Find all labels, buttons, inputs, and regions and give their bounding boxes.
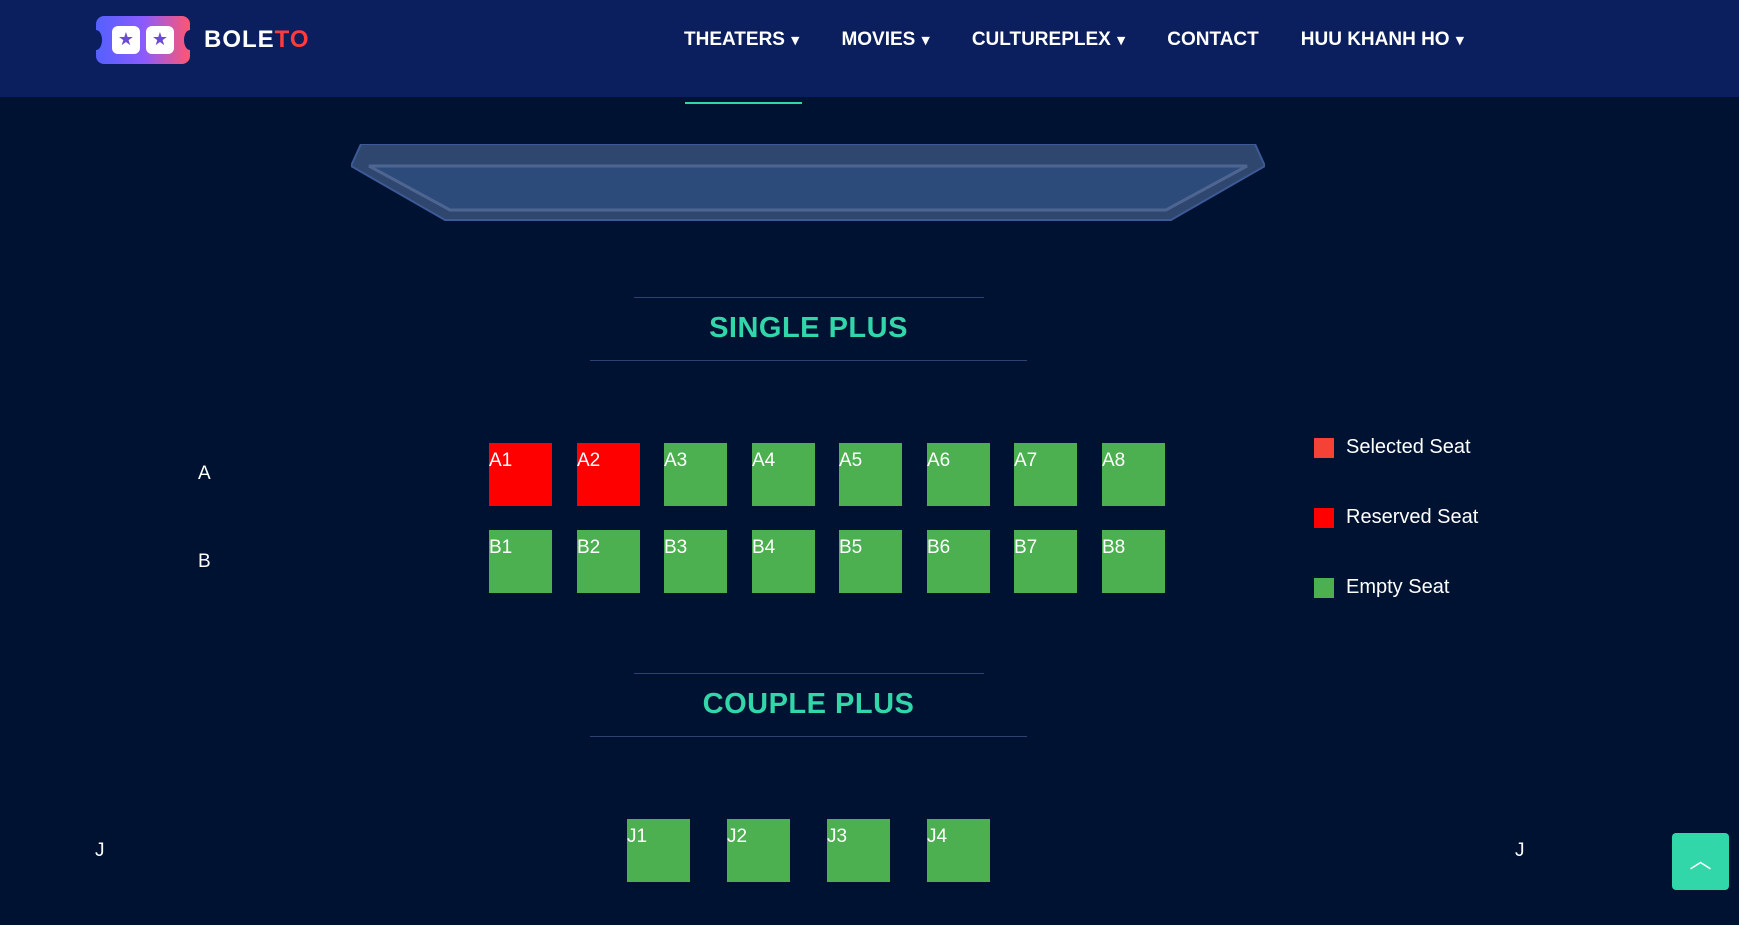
seat-b4[interactable]: B4: [752, 530, 815, 593]
row-label-j-left: J: [95, 840, 105, 861]
nav-contact[interactable]: CONTACT: [1167, 28, 1258, 52]
seat-j1[interactable]: J1: [627, 819, 690, 882]
seat-b6[interactable]: B6: [927, 530, 990, 593]
cinema-screen: [351, 144, 1265, 221]
star-icon: ★: [146, 26, 174, 54]
nav-label: HUU KHANH HO: [1300, 29, 1450, 50]
seat-j4[interactable]: J4: [927, 819, 990, 882]
ticket-logo-icon: ★ ★: [90, 16, 196, 64]
nav-user-menu[interactable]: HUU KHANH HO ▼: [1301, 28, 1464, 52]
legend-label: Reserved Seat: [1346, 506, 1479, 528]
seat-a2[interactable]: A2: [577, 443, 640, 506]
section-divider: [590, 736, 1027, 737]
seat-a8[interactable]: A8: [1102, 443, 1165, 506]
main-nav: THEATERS ▼ MOVIES ▼ CULTUREPLEX ▼ CONTAC…: [684, 28, 1506, 52]
seat-a5[interactable]: A5: [839, 443, 902, 506]
seat-b2[interactable]: B2: [577, 530, 640, 593]
chevron-down-icon: ▼: [921, 33, 930, 47]
seat-j3[interactable]: J3: [827, 819, 890, 882]
chevron-down-icon: ▼: [1455, 33, 1465, 47]
section-divider: [634, 297, 984, 298]
seat-a7[interactable]: A7: [1014, 443, 1077, 506]
legend-swatch: [1314, 507, 1334, 528]
row-label-a: A: [198, 463, 211, 484]
legend-swatch: [1314, 577, 1334, 598]
row-label-b: B: [198, 551, 211, 572]
seat-j2[interactable]: J2: [727, 819, 790, 882]
section-title-single-plus: SINGLE PLUS: [709, 312, 908, 344]
legend-empty: Empty Seat: [1314, 576, 1449, 599]
nav-label: CONTACT: [1167, 29, 1259, 50]
brand-name: BOLETO: [204, 26, 310, 54]
chevron-up-icon: ︿: [1689, 849, 1712, 874]
legend-selected: Selected Seat: [1314, 436, 1471, 459]
brand-name-part2: TO: [274, 26, 310, 53]
seat-a1[interactable]: A1: [489, 443, 552, 506]
section-title-couple-plus: COUPLE PLUS: [702, 688, 915, 720]
nav-movies[interactable]: MOVIES ▼: [841, 28, 929, 52]
active-nav-indicator: [685, 102, 802, 104]
nav-theaters[interactable]: THEATERS ▼: [684, 28, 799, 52]
seat-b8[interactable]: B8: [1102, 530, 1165, 593]
seat-b7[interactable]: B7: [1014, 530, 1077, 593]
seat-a6[interactable]: A6: [927, 443, 990, 506]
logo[interactable]: ★ ★ BOLETO: [90, 16, 310, 64]
seat-b3[interactable]: B3: [664, 530, 727, 593]
row-label-j-right: J: [1515, 840, 1525, 861]
seat-b1[interactable]: B1: [489, 530, 552, 593]
legend-swatch: [1314, 437, 1334, 458]
star-icon: ★: [112, 26, 140, 54]
legend-label: Selected Seat: [1346, 436, 1471, 458]
back-to-top-button[interactable]: ︿: [1672, 833, 1729, 890]
seat-a3[interactable]: A3: [664, 443, 727, 506]
legend-reserved: Reserved Seat: [1314, 506, 1478, 529]
nav-label: MOVIES: [841, 29, 916, 50]
chevron-down-icon: ▼: [1116, 33, 1126, 47]
section-divider: [634, 673, 984, 674]
nav-label: THEATERS: [684, 29, 785, 50]
site-header: ★ ★ BOLETO THEATERS ▼ MOVIES ▼ CULTUREPL…: [0, 0, 1739, 97]
nav-label: CULTUREPLEX: [971, 29, 1111, 50]
seat-a4[interactable]: A4: [752, 443, 815, 506]
chevron-down-icon: ▼: [790, 33, 800, 47]
legend-label: Empty Seat: [1346, 576, 1450, 598]
brand-name-part1: BOLE: [204, 26, 275, 53]
section-divider: [590, 360, 1027, 361]
nav-cultureplex[interactable]: CULTUREPLEX ▼: [972, 28, 1125, 52]
seat-b5[interactable]: B5: [839, 530, 902, 593]
